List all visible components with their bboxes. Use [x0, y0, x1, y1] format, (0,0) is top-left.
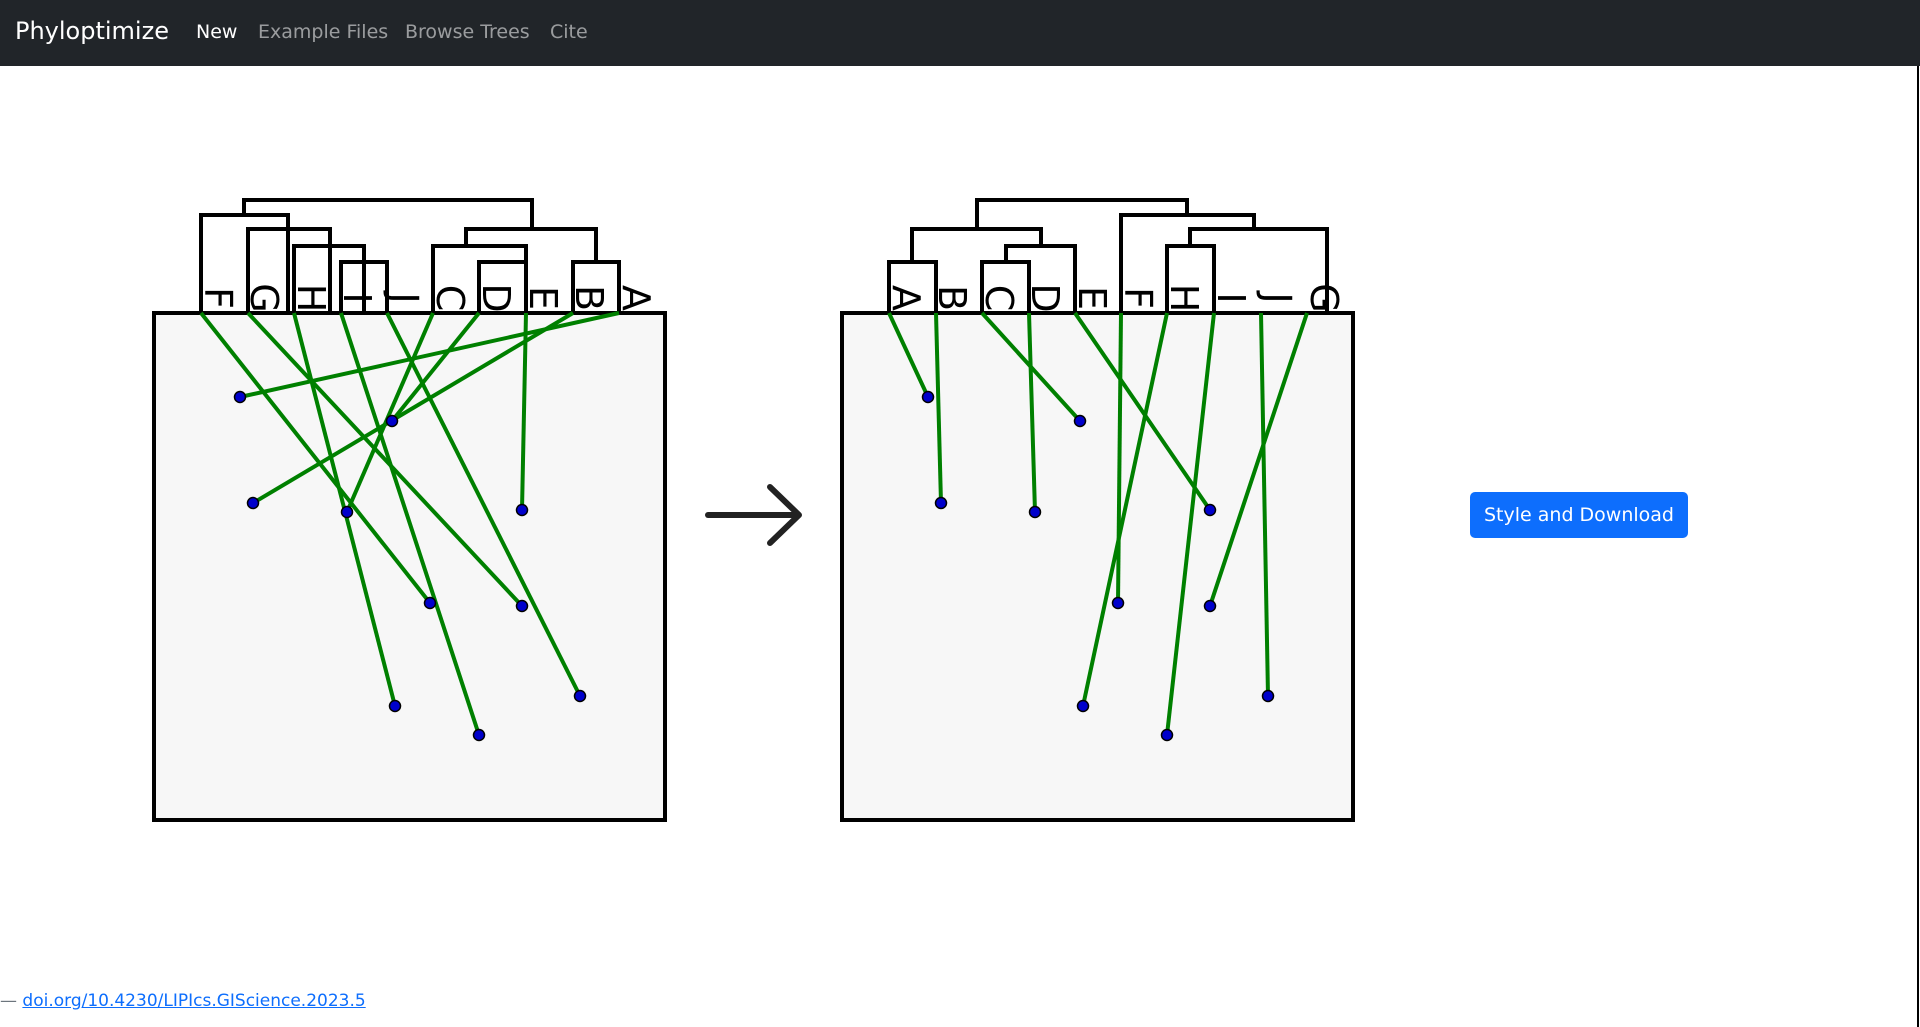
- before-leaf-label: A: [614, 285, 658, 311]
- location-point: [388, 699, 402, 713]
- nav-link-example-files[interactable]: Example Files: [258, 20, 388, 44]
- after-leaf-label: J: [1255, 290, 1299, 303]
- nav-link-new[interactable]: New: [196, 20, 237, 44]
- after-map-panel: [840, 311, 1355, 822]
- before-leaf-label: H: [289, 284, 333, 313]
- scrollbar-edge: [1917, 66, 1919, 1027]
- after-leaf-label: A: [884, 285, 928, 311]
- location-point: [423, 596, 437, 610]
- style-and-download-button[interactable]: Style and Download: [1470, 492, 1688, 538]
- doi-link[interactable]: doi.org/10.4230/LIPIcs.GIScience.2023.5: [22, 991, 365, 1011]
- nav-link-cite[interactable]: Cite: [550, 20, 588, 44]
- location-point: [1203, 503, 1217, 517]
- location-point: [246, 496, 260, 510]
- footer: — doi.org/10.4230/LIPIcs.GIScience.2023.…: [0, 990, 366, 1012]
- before-leaf-label: F: [196, 287, 240, 309]
- location-point: [1073, 414, 1087, 428]
- location-point: [1261, 689, 1275, 703]
- location-point: [515, 599, 529, 613]
- after-leaf-label: F: [1116, 287, 1160, 309]
- before-tree-map: F G H I J C D E B A: [152, 198, 667, 822]
- after-leaf-label: I: [1209, 292, 1253, 303]
- brand-logo[interactable]: Phyloptimize: [15, 16, 169, 46]
- location-point: [385, 414, 399, 428]
- after-leaf-label: E: [1070, 286, 1114, 310]
- location-point: [1111, 596, 1125, 610]
- location-point: [1076, 699, 1090, 713]
- after-leaf-label: G: [1302, 283, 1346, 312]
- before-leaf-label: E: [521, 286, 565, 310]
- before-leaf-label: J: [382, 290, 426, 303]
- location-point: [1203, 599, 1217, 613]
- nav-link-browse-trees[interactable]: Browse Trees: [405, 20, 530, 44]
- before-leaf-label: G: [242, 283, 286, 312]
- after-tree-map: A B C D E F H I J G: [840, 198, 1355, 822]
- location-point: [573, 689, 587, 703]
- before-leaf-label: I: [335, 292, 379, 303]
- location-point: [515, 503, 529, 517]
- after-leaf-label: D: [1023, 283, 1067, 312]
- footer-dash: —: [0, 991, 17, 1011]
- before-leaf-label: D: [474, 283, 518, 312]
- after-leaf-label: C: [977, 285, 1021, 312]
- before-leaf-label: C: [428, 285, 472, 312]
- location-point: [233, 390, 247, 404]
- navbar: Phyloptimize New Example Files Browse Tr…: [0, 0, 1920, 66]
- location-point: [1160, 728, 1174, 742]
- after-leaf-label: H: [1162, 284, 1206, 313]
- after-leaf-label: B: [930, 285, 974, 311]
- before-leaf-label: B: [567, 285, 611, 311]
- location-point: [340, 505, 354, 519]
- location-point: [934, 496, 948, 510]
- location-point: [472, 728, 486, 742]
- location-point: [921, 390, 935, 404]
- location-point: [1028, 505, 1042, 519]
- before-map-panel: [152, 311, 667, 822]
